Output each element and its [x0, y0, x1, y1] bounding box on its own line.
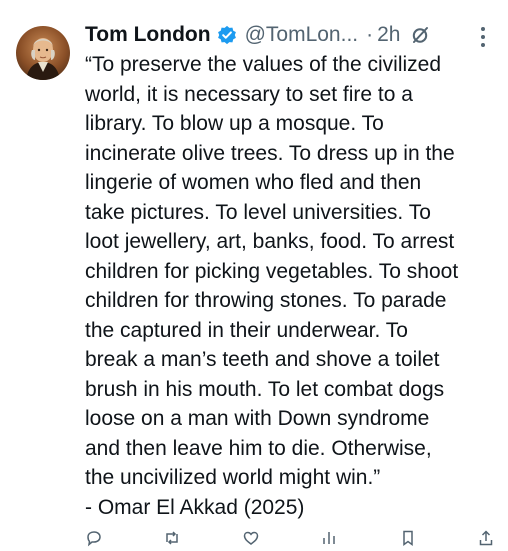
- tweet[interactable]: Tom London @TomLon... · 2h “To preserve …: [0, 0, 508, 547]
- tweet-text: “To preserve the values of the civilized…: [85, 53, 459, 519]
- author-name[interactable]: Tom London: [85, 23, 211, 47]
- bookmark-button[interactable]: [399, 530, 417, 550]
- timestamp[interactable]: 2h: [377, 23, 400, 47]
- share-button[interactable]: [477, 530, 495, 550]
- reply-icon: [85, 529, 103, 551]
- views-icon: [320, 529, 338, 551]
- share-icon: [477, 529, 495, 551]
- avatar[interactable]: [16, 26, 70, 80]
- tweet-actions: [85, 530, 495, 550]
- more-options-icon[interactable]: [480, 26, 486, 48]
- verified-badge-icon[interactable]: [217, 25, 237, 45]
- tweet-header: Tom London @TomLon... · 2h: [85, 18, 495, 52]
- grok-icon[interactable]: [410, 25, 430, 45]
- repost-button[interactable]: [163, 530, 181, 550]
- separator-dot: ·: [366, 23, 374, 46]
- repost-icon: [163, 529, 181, 551]
- like-icon: [242, 529, 260, 551]
- like-button[interactable]: [242, 530, 260, 550]
- views-button[interactable]: [320, 530, 338, 550]
- bookmark-icon: [399, 529, 417, 551]
- author-handle[interactable]: @TomLon...: [245, 23, 359, 47]
- reply-button[interactable]: [85, 530, 103, 550]
